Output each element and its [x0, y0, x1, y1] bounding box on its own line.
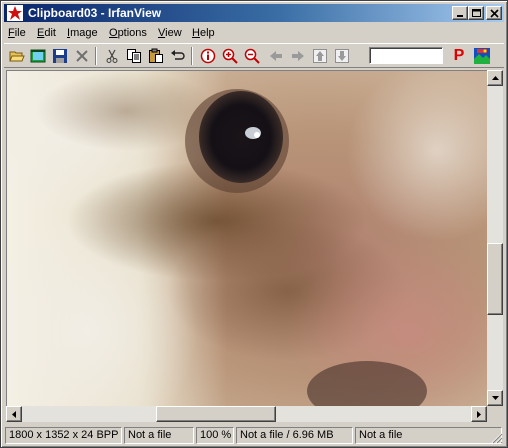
close-button[interactable]	[486, 6, 502, 20]
scroll-left-button[interactable]	[6, 406, 22, 422]
horizontal-scrollbar[interactable]	[6, 406, 487, 422]
hamster-photo	[7, 71, 487, 406]
vertical-scroll-thumb[interactable]	[487, 243, 503, 315]
maximize-button[interactable]	[468, 6, 484, 20]
next-button[interactable]	[288, 46, 308, 66]
previous-icon	[270, 51, 282, 61]
arrow-left-icon	[12, 411, 16, 418]
zoom-out-icon	[244, 48, 260, 64]
next-icon	[292, 51, 304, 61]
open-button[interactable]	[7, 46, 27, 66]
irfanview-app-icon	[7, 5, 23, 21]
delete-button[interactable]	[72, 46, 92, 66]
first-icon	[313, 49, 327, 63]
zoom-out-button[interactable]	[242, 46, 262, 66]
info-icon	[200, 48, 216, 64]
paint-button[interactable]: P	[450, 46, 468, 66]
undo-button[interactable]	[168, 46, 188, 66]
window-title: Clipboard03 - IrfanView	[28, 6, 162, 20]
maximize-icon	[472, 9, 481, 17]
zoom-in-icon	[222, 48, 238, 64]
menu-edit[interactable]: Edit	[37, 26, 56, 40]
scroll-up-button[interactable]	[487, 70, 503, 86]
copy-button[interactable]	[124, 46, 144, 66]
scrollbar-corner	[487, 406, 503, 422]
image-viewport[interactable]	[6, 70, 487, 406]
previous-button[interactable]	[266, 46, 286, 66]
status-dimensions: 1800 x 1352 x 24 BPP	[5, 427, 122, 444]
first-button[interactable]	[310, 46, 330, 66]
status-file-date: Not a file	[355, 427, 502, 444]
arrow-down-icon	[492, 396, 499, 400]
zoom-in-button[interactable]	[220, 46, 240, 66]
last-button[interactable]	[332, 46, 352, 66]
toolbar-separator	[95, 47, 97, 65]
minimize-icon	[457, 15, 463, 17]
paste-button[interactable]	[146, 46, 166, 66]
status-file-size: Not a file / 6.96 MB	[236, 427, 353, 444]
last-icon	[335, 49, 349, 63]
title-bar[interactable]: Clipboard03 - IrfanView	[4, 4, 504, 22]
horizontal-scroll-thumb[interactable]	[156, 406, 276, 422]
menu-bar: File Edit Image Options View Help	[4, 23, 504, 42]
scroll-down-button[interactable]	[487, 390, 503, 406]
slideshow-button[interactable]	[28, 46, 48, 66]
irfanview-logo-button[interactable]	[472, 46, 492, 66]
status-file-index: Not a file	[124, 427, 194, 444]
irfanview-logo-icon	[474, 48, 490, 64]
arrow-right-icon	[477, 411, 481, 418]
status-zoom: 100 %	[196, 427, 234, 444]
irfanview-window: Clipboard03 - IrfanView File Edit Image …	[0, 0, 508, 448]
toolbar-text-input[interactable]	[369, 47, 443, 64]
resize-grip-icon[interactable]	[490, 431, 503, 444]
close-icon	[490, 9, 499, 18]
minimize-button[interactable]	[452, 6, 468, 20]
menu-options[interactable]: Options	[109, 26, 147, 40]
menu-file[interactable]: File	[8, 26, 26, 40]
toolbar-separator	[191, 47, 193, 65]
paste-icon	[149, 48, 163, 63]
toolbar: P	[4, 43, 504, 68]
scroll-right-button[interactable]	[471, 406, 487, 422]
save-button[interactable]	[50, 46, 70, 66]
cut-button[interactable]	[102, 46, 122, 66]
open-folder-icon	[9, 51, 25, 62]
paint-icon: P	[453, 47, 465, 64]
info-button[interactable]	[198, 46, 218, 66]
copy-icon	[127, 49, 141, 63]
vertical-scrollbar[interactable]	[487, 70, 503, 406]
undo-icon	[171, 50, 185, 60]
arrow-up-icon	[492, 76, 499, 80]
menu-view[interactable]: View	[158, 26, 182, 40]
menu-image[interactable]: Image	[67, 26, 98, 40]
save-icon	[53, 49, 67, 63]
menu-help[interactable]: Help	[192, 26, 215, 40]
slideshow-icon	[30, 49, 46, 63]
delete-icon	[76, 50, 88, 62]
status-bar: 1800 x 1352 x 24 BPP Not a file 100 % No…	[4, 426, 504, 445]
cut-icon	[106, 49, 118, 63]
